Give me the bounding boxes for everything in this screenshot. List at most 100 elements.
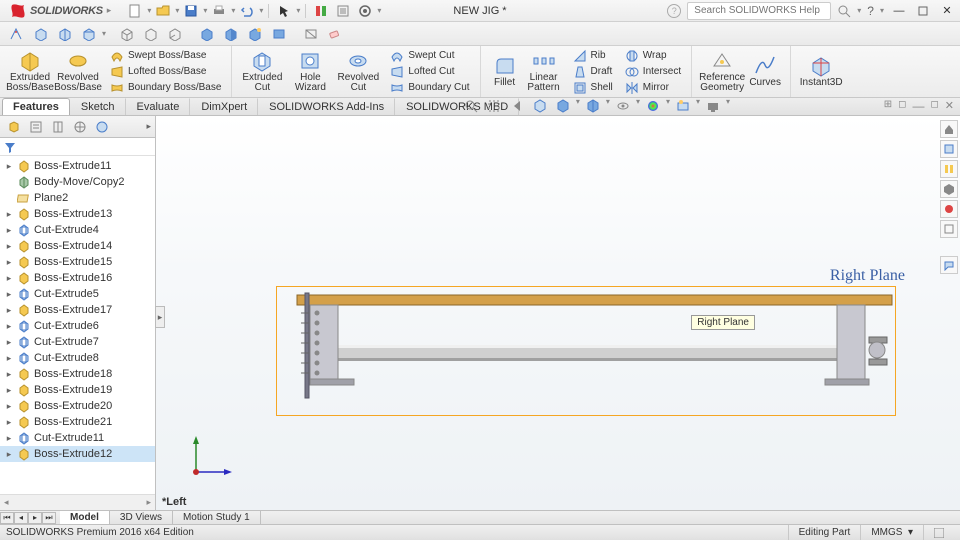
appearance-icon[interactable] — [643, 97, 663, 115]
help-search-input[interactable] — [694, 5, 824, 16]
tree-item[interactable]: ▸Boss-Extrude19 — [0, 382, 155, 398]
info-icon[interactable]: ? — [667, 4, 681, 18]
tree-item[interactable]: ▸Boss-Extrude18 — [0, 366, 155, 382]
tree-item[interactable]: ▸Boss-Extrude13 — [0, 206, 155, 222]
shaded3-icon[interactable] — [244, 24, 266, 44]
doc-pin-icon[interactable]: ⊞ — [884, 99, 892, 113]
zoom-area-icon[interactable] — [484, 97, 504, 115]
tp-forum-icon[interactable] — [940, 256, 958, 274]
options-button[interactable] — [355, 2, 375, 20]
tree-item[interactable]: ▸Cut-Extrude7 — [0, 334, 155, 350]
wireframe2-icon[interactable] — [140, 24, 162, 44]
tree-hscroll[interactable]: ◂ ▸ — [0, 494, 155, 510]
eraser-icon[interactable] — [324, 24, 346, 44]
rebuild-button[interactable] — [311, 2, 331, 20]
extruded-boss-button[interactable]: ExtrudedBoss/Base — [6, 48, 54, 96]
extruded-cut-button[interactable]: ExtrudedCut — [238, 48, 286, 96]
tab-next-button[interactable]: ▸ — [28, 512, 42, 524]
panel-expand-button[interactable]: ▸ — [146, 121, 151, 132]
view-front-icon[interactable] — [6, 24, 28, 44]
doc-minimize-button[interactable]: — — [912, 99, 924, 113]
tp-home-icon[interactable] — [940, 120, 958, 138]
ref-geometry-button[interactable]: ReferenceGeometry — [698, 48, 746, 96]
fillet-button[interactable]: Fillet — [487, 48, 523, 96]
bottom-tab-model[interactable]: Model — [60, 511, 110, 525]
search-icon[interactable] — [837, 4, 851, 18]
tree-item[interactable]: ▸Cut-Extrude5 — [0, 286, 155, 302]
doc-close-button[interactable]: ✕ — [945, 99, 954, 113]
display-tab-icon[interactable] — [92, 118, 112, 136]
section-icon[interactable] — [300, 24, 322, 44]
tp-view-icon[interactable] — [940, 180, 958, 198]
hole-wizard-button[interactable]: HoleWizard — [286, 48, 334, 96]
tab-prev-button[interactable]: ◂ — [14, 512, 28, 524]
tab-sketch[interactable]: Sketch — [70, 98, 126, 115]
tree-item[interactable]: ▸Boss-Extrude14 — [0, 238, 155, 254]
wireframe1-icon[interactable] — [116, 24, 138, 44]
zoom-fit-icon[interactable] — [461, 97, 481, 115]
curves-button[interactable]: Curves — [746, 48, 784, 96]
graphics-viewport[interactable]: Right Plane Right Plane — [156, 116, 960, 510]
dimxpert-tab-icon[interactable] — [70, 118, 90, 136]
section-view-icon[interactable] — [530, 97, 550, 115]
tree-item[interactable]: Plane2 — [0, 190, 155, 206]
prev-view-icon[interactable] — [507, 97, 527, 115]
bottom-tab-3dviews[interactable]: 3D Views — [110, 511, 173, 525]
tree-item[interactable]: ▸Boss-Extrude12 — [0, 446, 155, 462]
tree-item[interactable]: ▸Boss-Extrude16 — [0, 270, 155, 286]
feature-tree[interactable]: ▸Boss-Extrude11Body-Move/Copy2Plane2▸Bos… — [0, 156, 155, 494]
view-iso3-icon[interactable] — [78, 24, 100, 44]
close-button[interactable]: ✕ — [938, 3, 956, 19]
mirror-button[interactable]: Mirror — [621, 80, 685, 95]
bottom-tab-motion[interactable]: Motion Study 1 — [173, 511, 261, 525]
tp-appearance-icon[interactable] — [940, 200, 958, 218]
select-button[interactable] — [274, 2, 294, 20]
tp-resources-icon[interactable] — [940, 140, 958, 158]
help-button[interactable]: ? — [867, 4, 874, 18]
open-button[interactable] — [153, 2, 173, 20]
filter-bar[interactable] — [0, 138, 155, 156]
print-button[interactable] — [209, 2, 229, 20]
boundary-boss-button[interactable]: Boundary Boss/Base — [106, 80, 225, 95]
draft-button[interactable]: Draft — [569, 64, 617, 79]
property-tab-icon[interactable] — [26, 118, 46, 136]
config-tab-icon[interactable] — [48, 118, 68, 136]
revolved-cut-button[interactable]: RevolvedCut — [334, 48, 382, 96]
shaded4-icon[interactable] — [268, 24, 290, 44]
help-search[interactable] — [687, 2, 831, 20]
doc-restore-button[interactable]: ◻ — [930, 99, 938, 113]
tab-last-button[interactable]: ⏭ — [42, 512, 56, 524]
display-style-icon[interactable] — [583, 97, 603, 115]
wireframe3-icon[interactable] — [164, 24, 186, 44]
tree-item[interactable]: ▸Boss-Extrude11 — [0, 158, 155, 174]
tree-item[interactable]: ▸Cut-Extrude4 — [0, 222, 155, 238]
hide-show-icon[interactable] — [613, 97, 633, 115]
instant3d-button[interactable]: Instant3D — [797, 48, 845, 96]
revolved-boss-button[interactable]: RevolvedBoss/Base — [54, 48, 102, 96]
tree-item[interactable]: ▸Cut-Extrude8 — [0, 350, 155, 366]
tab-features[interactable]: Features — [2, 98, 70, 115]
tp-custom-icon[interactable] — [940, 220, 958, 238]
tree-item[interactable]: ▸Cut-Extrude6 — [0, 318, 155, 334]
view-iso1-icon[interactable] — [30, 24, 52, 44]
minimize-button[interactable]: — — [890, 3, 908, 19]
tp-library-icon[interactable] — [940, 160, 958, 178]
shell-button[interactable]: Shell — [569, 80, 617, 95]
fm-flyout-button[interactable]: ▸ — [155, 306, 165, 328]
tree-item[interactable]: ▸Boss-Extrude21 — [0, 414, 155, 430]
tab-evaluate[interactable]: Evaluate — [126, 98, 191, 115]
status-units[interactable]: MMGS ▾ — [860, 525, 923, 540]
tab-first-button[interactable]: ⏮ — [0, 512, 14, 524]
new-button[interactable] — [125, 2, 145, 20]
tree-item[interactable]: ▸Boss-Extrude20 — [0, 398, 155, 414]
view-settings-icon[interactable] — [703, 97, 723, 115]
doc-expand-icon[interactable]: ◻ — [898, 99, 906, 113]
wrap-button[interactable]: Wrap — [621, 48, 685, 63]
swept-cut-button[interactable]: Swept Cut — [386, 48, 473, 63]
tree-item[interactable]: ▸Cut-Extrude11 — [0, 430, 155, 446]
view-iso2-icon[interactable] — [54, 24, 76, 44]
swept-boss-button[interactable]: Swept Boss/Base — [106, 48, 225, 63]
file-props-button[interactable] — [333, 2, 353, 20]
intersect-button[interactable]: Intersect — [621, 64, 685, 79]
fm-tab-icon[interactable] — [4, 118, 24, 136]
